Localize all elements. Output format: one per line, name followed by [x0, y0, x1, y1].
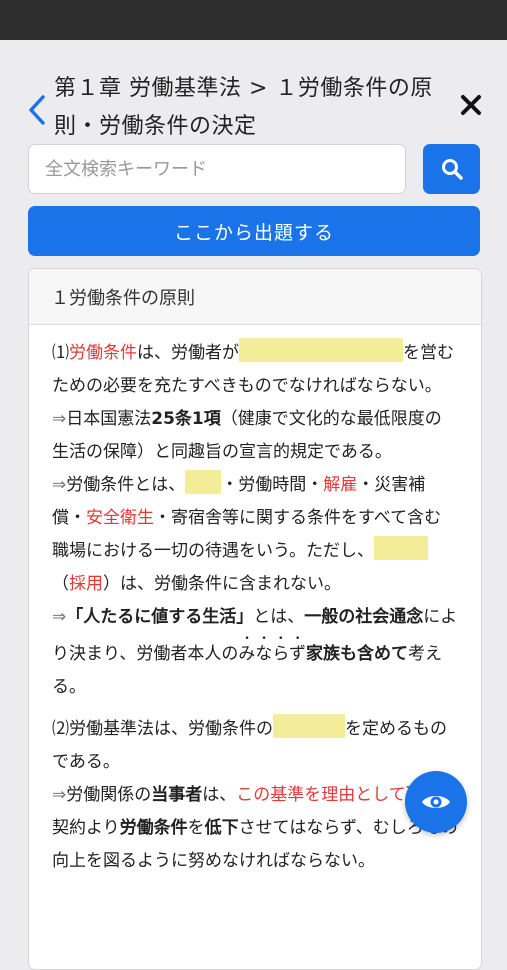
text: 労働条件とは、	[66, 475, 186, 495]
header: 第１章 労働基準法 > １労働条件の原則・労働条件の決定	[0, 40, 507, 140]
bold-text: 当事者	[151, 785, 203, 805]
search-icon	[441, 159, 463, 180]
text: ・労働時間・	[221, 475, 324, 495]
toggle-answers-button[interactable]	[405, 771, 467, 833]
highlight-text: 採用	[69, 574, 103, 594]
text: は、	[202, 785, 237, 805]
bold-text: 労働条件	[119, 818, 188, 838]
text: （	[52, 574, 69, 594]
answer-blank[interactable]	[409, 536, 428, 560]
section-heading: １労働条件の原則	[29, 269, 481, 325]
text: ただし、	[305, 541, 374, 561]
bold-text: 低下	[204, 818, 239, 838]
emphasis-text: みならず	[238, 644, 306, 664]
highlight-text: この基準を理由として	[236, 785, 406, 805]
paragraph-5: ⇒労働関係の当事者は、この基準を理由として現状の契約より労働条件を低下させてはな…	[52, 779, 458, 878]
text: 日本国憲法	[66, 409, 152, 429]
arrow-icon: ⇒	[52, 475, 67, 495]
close-icon	[461, 95, 481, 115]
text: ⑴	[52, 343, 69, 363]
search-button[interactable]	[423, 144, 480, 194]
arrow-icon: ⇒	[52, 409, 67, 429]
answer-blank[interactable]	[373, 536, 410, 560]
paragraph-1: ⑴労働条件は、労働者が を営むための必要を充たすべきものでなければならない。	[52, 337, 458, 403]
section-card: １労働条件の原則 ⑴労働条件は、労働者が を営むための必要を充たすべきものでなけれ…	[28, 268, 482, 970]
bold-text: 25条1項	[151, 409, 221, 429]
paragraph-4: ⑵労働基準法は、労働条件の を定めるものである。	[52, 713, 458, 779]
section-heading-text: １労働条件の原則	[51, 287, 195, 309]
highlight-text: 解雇	[323, 475, 358, 495]
paragraph-1-note: ⇒日本国憲法25条1項（健康で文化的な最低限度の生活の保障）と同趣旨の宣言的規定…	[52, 403, 458, 469]
text: は、労働者が	[137, 343, 239, 363]
text: 労働関係の	[66, 785, 152, 805]
arrow-icon: ⇒	[52, 607, 67, 627]
close-button[interactable]	[458, 92, 484, 118]
bold-text: 家族も含めて	[306, 644, 408, 664]
answer-blank[interactable]	[273, 714, 345, 738]
answer-blank[interactable]	[185, 470, 222, 494]
arrow-icon: ⇒	[52, 785, 67, 805]
text: とは、	[253, 607, 305, 627]
search-input[interactable]	[28, 144, 406, 194]
text: を	[187, 818, 205, 838]
bold-text: 一般の社会通念	[304, 607, 424, 627]
start-quiz-label: ここから出題する	[173, 221, 334, 244]
page-title: 第１章 労働基準法 > １労働条件の原則・労働条件の決定	[54, 76, 433, 139]
chevron-left-icon	[29, 95, 45, 125]
highlight-text: 安全衛生	[86, 508, 154, 528]
highlight-text: 労働条件	[69, 343, 137, 363]
bold-text: 「人たるに値する生活」	[66, 607, 254, 627]
answer-blank[interactable]	[239, 338, 403, 362]
eye-icon	[422, 796, 450, 808]
start-quiz-button[interactable]: ここから出題する	[28, 206, 480, 256]
paragraph-3: ⇒「人たるに値する生活」とは、一般の社会通念により決まり、労働者本人のみならず家…	[52, 601, 458, 704]
paragraph-2: ⇒労働条件とは、 ・労働時間・解雇・災害補償・安全衛生・寄宿舎等に関する条件をすべ…	[52, 469, 458, 601]
text: ）は、労働条件に含まれない。	[103, 574, 341, 594]
back-button[interactable]	[24, 92, 52, 128]
status-bar	[0, 0, 507, 40]
text: ⑵労働基準法は、労働条件の	[52, 719, 273, 739]
